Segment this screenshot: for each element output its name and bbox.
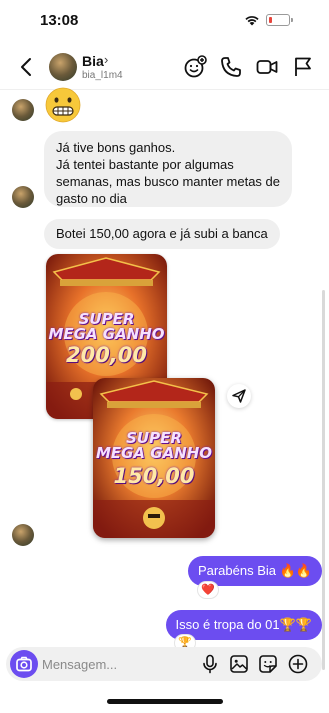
message-composer: [6, 647, 322, 681]
message-text: Isso é tropa do 01🏆🏆: [175, 617, 312, 632]
status-bar: 13:08: [0, 0, 329, 44]
message-line: gasto no dia: [56, 191, 127, 206]
message-bubble-incoming[interactable]: Botei 150,00 agora e já subi a banca: [44, 219, 280, 249]
send-icon: [232, 389, 246, 403]
message-input[interactable]: [42, 653, 192, 675]
avatar[interactable]: [12, 186, 34, 208]
shared-image[interactable]: SUPER MEGA GANHO 150,00: [93, 378, 215, 538]
avatar[interactable]: [12, 99, 34, 121]
contact-name[interactable]: Bia: [82, 53, 104, 69]
message-line: Já tentei bastante por algumas: [56, 157, 234, 172]
card-title: MEGA GANHO: [95, 444, 213, 462]
back-icon[interactable]: [18, 56, 36, 78]
flag-icon[interactable]: [291, 55, 315, 79]
win-amount: 150,00: [113, 464, 195, 488]
avatar[interactable]: [12, 524, 34, 546]
microphone-icon[interactable]: [199, 653, 221, 675]
message-bubble-incoming[interactable]: Já tive bons ganhos. Já tentei bastante …: [44, 131, 292, 207]
win-amount: 200,00: [65, 343, 148, 367]
phone-icon[interactable]: [219, 55, 243, 79]
sticker-icon[interactable]: [257, 653, 279, 675]
message-line: Botei 150,00 agora e já subi a banca: [56, 226, 268, 241]
battery-level: [269, 17, 272, 23]
gallery-icon[interactable]: [228, 653, 250, 675]
message-line: semanas, mas busco manter metas de: [56, 174, 280, 189]
camera-button[interactable]: [10, 650, 38, 678]
chevron-right-icon[interactable]: ›: [104, 52, 108, 67]
add-icon[interactable]: [287, 653, 309, 675]
message-line: Já tive bons ganhos.: [56, 140, 176, 155]
grimacing-face-emoji[interactable]: [44, 86, 82, 124]
avatar-effects-icon[interactable]: [183, 55, 207, 79]
battery-icon: [266, 14, 293, 26]
reaction-heart[interactable]: ❤️: [197, 581, 219, 599]
chat-header: Bia › bia_l1m4: [0, 44, 329, 90]
scrollbar[interactable]: [322, 290, 325, 670]
camera-icon: [16, 656, 32, 672]
wifi-icon: [245, 16, 259, 26]
home-indicator[interactable]: [107, 699, 223, 704]
contact-handle[interactable]: bia_l1m4: [82, 70, 123, 81]
video-icon[interactable]: [255, 55, 279, 79]
avatar[interactable]: [49, 53, 77, 81]
share-button[interactable]: [227, 384, 251, 408]
status-time: 13:08: [40, 12, 79, 29]
message-text: Parabéns Bia 🔥🔥: [197, 563, 312, 578]
card-title: MEGA GANHO: [48, 325, 165, 343]
